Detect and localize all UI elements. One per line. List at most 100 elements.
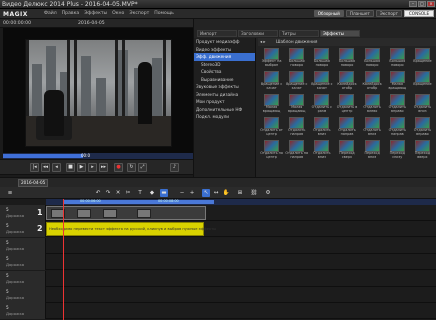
track-header[interactable]: 5 Дорожка xyxy=(0,254,46,271)
delete-icon[interactable]: ✕ xyxy=(114,189,122,197)
effect-preset-tile[interactable]: Малая вращающ xyxy=(260,94,283,116)
prev-frame-icon[interactable]: ◂ xyxy=(52,163,61,172)
zoom-in-icon[interactable]: + xyxy=(188,189,196,197)
effect-category-item[interactable]: Продукт медиаэфф xyxy=(194,38,255,46)
track-header[interactable]: 5 Дорожка xyxy=(0,287,46,303)
track-controls[interactable]: 5 xyxy=(6,305,9,310)
effect-category-item[interactable]: Элементы дизайна xyxy=(194,91,255,99)
effect-preset-tile[interactable]: Отдалить вниз xyxy=(411,94,434,116)
playhead[interactable] xyxy=(63,199,64,320)
timeline-track[interactable]: 5 Дорожка xyxy=(0,303,436,320)
marker-icon[interactable]: ◆ xyxy=(148,189,156,197)
hand-mode-icon[interactable]: ✋ xyxy=(222,189,230,197)
menu-help[interactable]: Помощь xyxy=(154,11,174,16)
timeline-track[interactable]: 5 Дорожка xyxy=(0,237,436,254)
effect-category-item[interactable]: Дополнительные НФ xyxy=(194,106,255,114)
link-icon[interactable]: ⛓ xyxy=(250,189,258,197)
effect-preset-tile[interactable]: Большая поворо xyxy=(310,48,333,70)
effect-category-item[interactable]: Видео эффекты xyxy=(194,46,255,54)
zoom-out-icon[interactable]: − xyxy=(178,189,186,197)
effect-preset-tile[interactable]: Отдалить вниз xyxy=(361,117,384,139)
track-controls[interactable]: 5 xyxy=(6,207,9,212)
video-preview[interactable] xyxy=(3,28,193,153)
track-controls[interactable]: 5 xyxy=(6,289,9,294)
effect-preset-tile[interactable]: Отдалить вправо xyxy=(386,94,409,116)
effect-preset-tile[interactable]: Большая поворо xyxy=(285,48,308,70)
effect-preset-tile[interactable]: Большая поворо xyxy=(386,48,409,70)
effect-category-item[interactable]: Свойства xyxy=(194,68,255,76)
effect-preset-tile[interactable]: Отдалить направ xyxy=(285,117,308,139)
timeline-track[interactable]: 5 Дорожка 1 xyxy=(0,205,436,221)
effect-preset-tile[interactable]: Вращение с качат xyxy=(260,71,283,93)
next-frame-icon[interactable]: ▸ xyxy=(88,163,97,172)
effect-category-item[interactable]: Выравнивание xyxy=(194,76,255,84)
video-clip[interactable] xyxy=(46,206,206,220)
effect-preset-tile[interactable]: Отдалить с разм xyxy=(310,94,333,116)
stop-icon[interactable]: ■ xyxy=(66,163,75,172)
effect-preset-tile[interactable]: Малая вращающ xyxy=(285,94,308,116)
effect-category-item[interactable]: Stereo3D xyxy=(194,61,255,69)
track-header[interactable]: 5 Дорожка 2 xyxy=(0,221,46,238)
text-tool-icon[interactable]: T xyxy=(136,189,144,197)
track-header[interactable]: 5 Дорожка xyxy=(0,270,46,287)
console-button[interactable]: CONSOLE xyxy=(404,10,434,17)
track-controls[interactable]: 5 xyxy=(6,273,9,278)
effect-preset-tile[interactable]: Вращение с качат xyxy=(310,71,333,93)
mode-tablet-button[interactable]: Планшет xyxy=(345,10,374,17)
effect-preset-tile[interactable]: Отдалить в центр xyxy=(335,94,358,116)
range-mode-icon[interactable]: ↔ xyxy=(212,189,220,197)
next-marker-icon[interactable]: ▸▸ xyxy=(99,163,108,172)
mode-overview-button[interactable]: Обзорный xyxy=(313,10,344,17)
fullscreen-icon[interactable]: ⤢ xyxy=(138,163,147,172)
effect-preset-tile[interactable]: Переход вниз xyxy=(361,140,384,162)
effect-preset-tile[interactable]: Отдалить по центр xyxy=(260,140,283,162)
effect-category-item[interactable]: Звуковые эффекты xyxy=(194,83,255,91)
menu-effects[interactable]: Эффекты xyxy=(84,11,107,16)
effect-category-item[interactable]: Эфф. движения xyxy=(194,53,255,61)
back-icon[interactable]: ◂ ▸ xyxy=(260,39,266,44)
timeline-track[interactable]: 5 Дорожка 2 Необходимо перевести текст эффе… xyxy=(0,221,436,238)
menu-export[interactable]: Экспорт xyxy=(129,11,149,16)
text-clip[interactable]: Необходимо перевести текст эффекта на ру… xyxy=(46,222,216,237)
effect-preset-tile[interactable]: Отдалить направ xyxy=(386,117,409,139)
menu-window[interactable]: Окно xyxy=(112,11,124,16)
undo-icon[interactable]: ↶ xyxy=(94,189,102,197)
prev-marker-icon[interactable]: ◂◂ xyxy=(41,163,50,172)
track-controls[interactable]: 5 xyxy=(6,223,9,228)
minimize-icon[interactable]: – xyxy=(409,1,417,7)
track-view-icon[interactable]: ▬ xyxy=(160,189,168,197)
tab-credits[interactable]: Титры xyxy=(279,30,319,37)
effect-preset-tile[interactable]: Вращение с качат xyxy=(285,71,308,93)
effect-preset-tile[interactable]: Отдалить на направ xyxy=(285,140,308,162)
effect-preset-tile[interactable]: Калейдоск отобр xyxy=(361,71,384,93)
effect-preset-tile[interactable]: Переход сверх xyxy=(335,140,358,162)
tab-project[interactable]: 2016-04-05 xyxy=(18,179,48,187)
effect-preset-tile[interactable]: Отдалить вниз xyxy=(310,140,333,162)
play-icon[interactable]: ▶ xyxy=(77,163,86,172)
effect-preset-tile[interactable]: Переход снизу xyxy=(386,140,409,162)
effect-preset-tile[interactable]: Отдалить вниз xyxy=(310,117,333,139)
effect-preset-tile[interactable]: Переход вверх xyxy=(411,140,434,162)
effect-preset-tile[interactable]: Эффект на выбран xyxy=(260,48,283,70)
cut-icon[interactable]: ✂ xyxy=(124,189,132,197)
effect-preset-tile[interactable]: Отдалить влево xyxy=(361,94,384,116)
maximize-icon[interactable]: □ xyxy=(418,1,426,7)
menu-edit[interactable]: Правка xyxy=(62,11,79,16)
track-controls[interactable]: 5 xyxy=(6,256,9,261)
track-header[interactable]: 5 Дорожка 1 xyxy=(0,205,46,221)
effect-category-item[interactable]: Подкл. модули xyxy=(194,113,255,121)
effect-preset-tile[interactable]: Большая поворо xyxy=(335,48,358,70)
mode-export-button[interactable]: Экспорт xyxy=(375,10,402,17)
track-header[interactable]: 5 Дорожка xyxy=(0,237,46,254)
timeline-track[interactable]: 5 Дорожка xyxy=(0,287,436,303)
effect-preset-tile[interactable]: Отдалить от центр xyxy=(260,117,283,139)
effect-preset-tile[interactable]: Вращение xyxy=(411,71,434,93)
effect-preset-tile[interactable]: Отдалить направ xyxy=(335,117,358,139)
timeline-track[interactable]: 5 Дорожка xyxy=(0,270,436,287)
tab-effects[interactable]: Эффекты xyxy=(320,30,360,37)
effect-preset-tile[interactable]: Отдалить вправо xyxy=(411,117,434,139)
loop-icon[interactable]: ↻ xyxy=(127,163,136,172)
effect-preset-tile[interactable]: Малая вращающ xyxy=(386,71,409,93)
tab-titles[interactable]: Заголовки xyxy=(238,30,278,37)
timeline-track[interactable]: 5 Дорожка xyxy=(0,254,436,271)
